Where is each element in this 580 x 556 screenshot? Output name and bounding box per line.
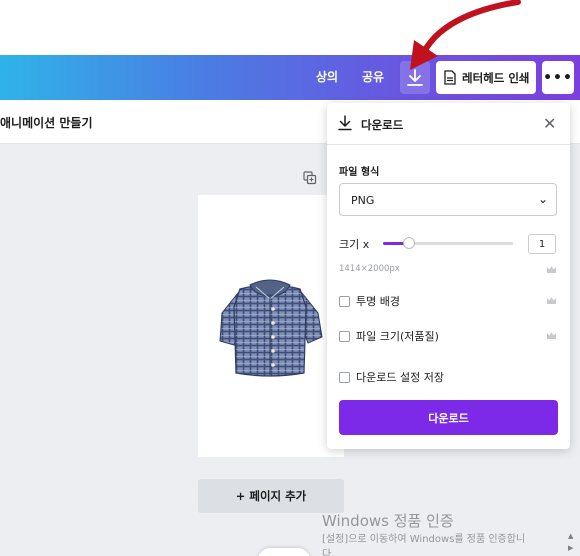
compress-file-checkbox[interactable] — [339, 330, 350, 342]
scroll-up-arrow-icon[interactable]: ▲ — [568, 532, 573, 540]
copy-page-icon[interactable] — [303, 171, 317, 185]
top-menu-label[interactable]: 상의 — [316, 68, 338, 85]
crown-icon — [547, 332, 556, 339]
share-button[interactable]: 공유 — [362, 68, 384, 85]
save-settings-option[interactable]: 다운로드 설정 저장 — [339, 369, 444, 385]
annotation-arrow — [410, 0, 521, 70]
file-type-value: PNG — [351, 194, 375, 207]
document-icon — [444, 70, 456, 85]
blue-plaid-shirt-illustration — [219, 279, 323, 377]
transparent-background-checkbox[interactable] — [339, 295, 350, 307]
windows-activation-line-2: 다. — [322, 549, 335, 556]
download-panel: 다운로드 ✕ 파일 형식 PNG ⌄ 크기 x 1 1414×2000px 투명… — [327, 103, 570, 449]
download-submit-button[interactable]: 다운로드 — [339, 400, 558, 435]
transparent-background-label: 투명 배경 — [356, 295, 400, 308]
make-animation-button[interactable]: 애니메이션 만들기 — [0, 114, 93, 131]
save-settings-checkbox[interactable] — [339, 371, 350, 383]
file-type-label: 파일 형식 — [339, 167, 380, 178]
add-page-button[interactable]: + 페이지 추가 — [198, 479, 344, 513]
more-options-button[interactable]: ••• — [542, 61, 574, 94]
close-icon[interactable]: ✕ — [543, 114, 556, 133]
size-label: 크기 x — [339, 238, 370, 251]
size-input[interactable]: 1 — [528, 234, 556, 254]
download-panel-title: 다운로드 — [361, 118, 404, 132]
file-type-select[interactable]: PNG ⌄ — [339, 183, 557, 216]
windows-activation-title: Windows 정품 인증 — [322, 512, 454, 530]
bottom-handle[interactable] — [258, 548, 310, 556]
size-slider-handle[interactable] — [403, 237, 415, 249]
compress-file-option[interactable]: 파일 크기(저품질) — [339, 328, 439, 344]
size-slider[interactable] — [383, 237, 513, 249]
download-panel-header: 다운로드 ✕ — [327, 103, 570, 145]
crown-icon — [547, 266, 556, 273]
scroll-right-arrow-icon[interactable]: ▶ — [568, 544, 573, 552]
output-dimensions: 1414×2000px — [339, 264, 400, 274]
transparent-background-option[interactable]: 투명 배경 — [339, 293, 400, 309]
save-settings-label: 다운로드 설정 저장 — [356, 371, 444, 384]
design-page[interactable] — [198, 195, 344, 457]
screen: 상의 공유 레터헤드 인쇄 ••• 애니메이션 만들기 + 페이지 추가 Win… — [0, 0, 580, 556]
crown-icon — [547, 297, 556, 304]
download-icon — [338, 115, 352, 131]
windows-activation-line: [설정]으로 이동하여 Windows를 정품 인증합니 — [322, 534, 526, 545]
chevron-down-icon: ⌄ — [538, 192, 549, 206]
compress-file-label: 파일 크기(저품질) — [356, 330, 439, 343]
